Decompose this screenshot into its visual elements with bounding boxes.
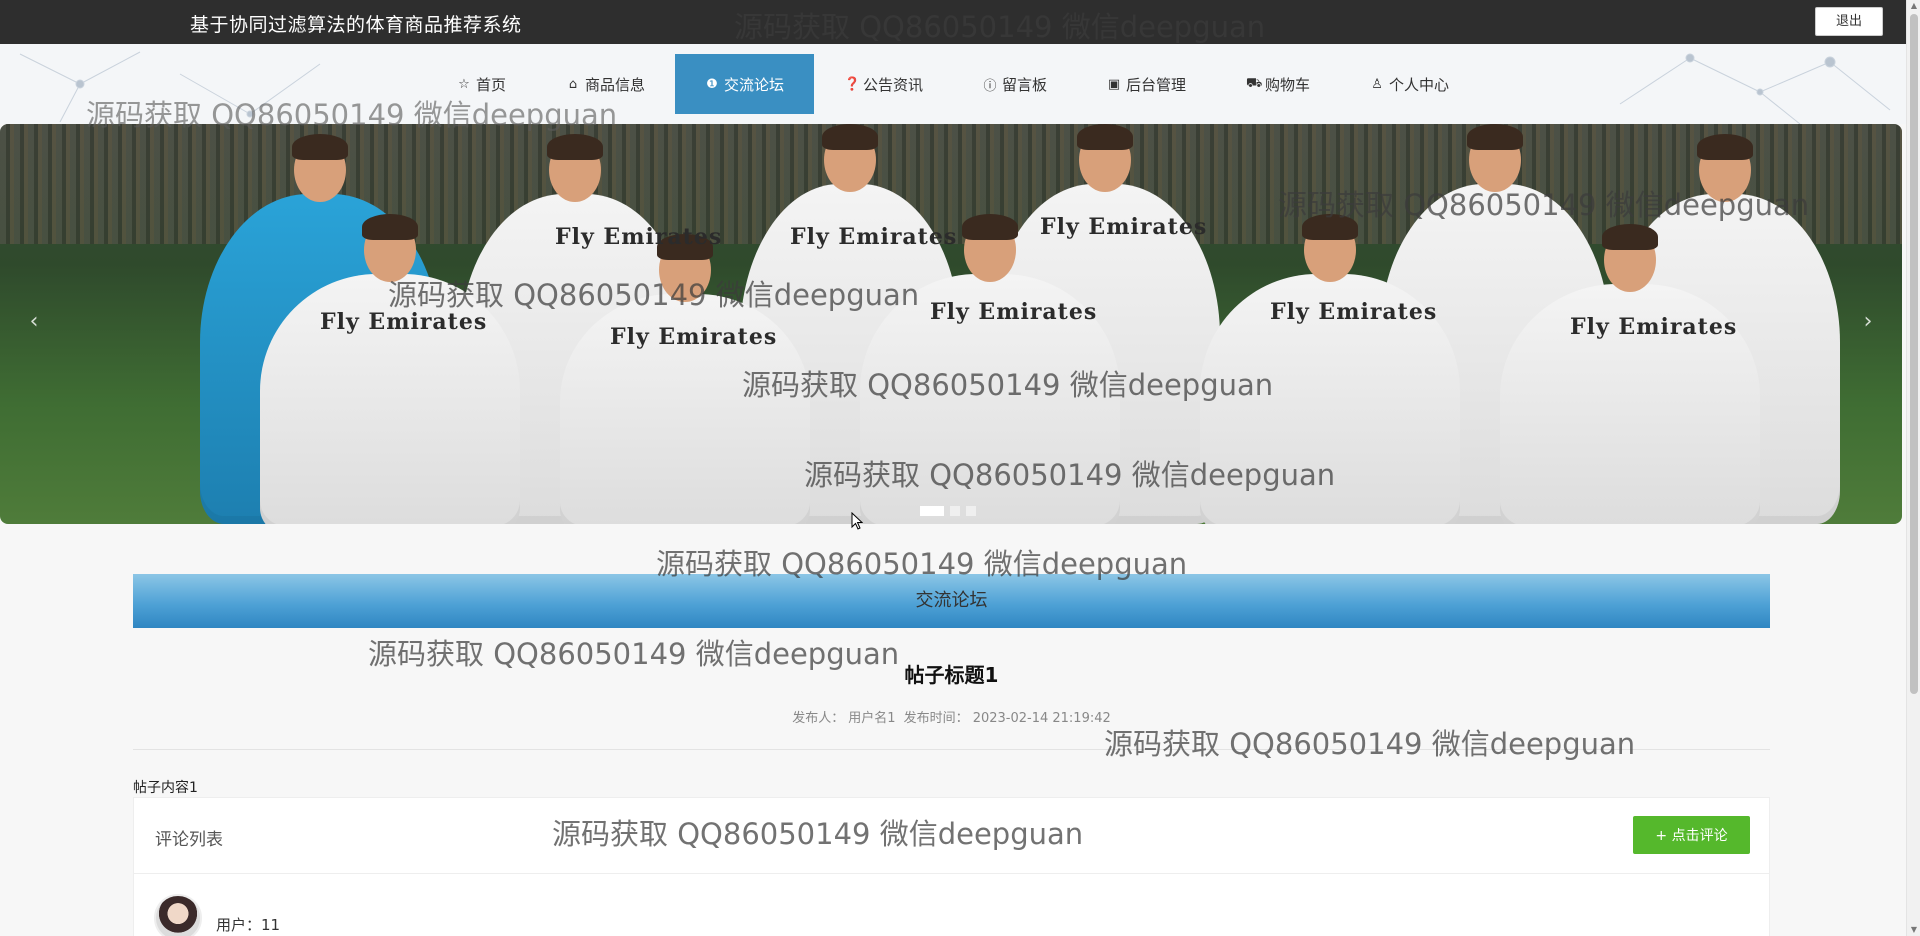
sponsor-text: Fly Emirates — [790, 224, 958, 250]
nav-item-message-board[interactable]: ⓘ 留言板 — [953, 54, 1077, 114]
watermark: 源码获取 QQ86050149 微信deepguan — [1104, 727, 1636, 761]
nav-item-label: 个人中心 — [1389, 75, 1450, 94]
scrollbar-thumb[interactable] — [1910, 14, 1918, 694]
info-circle-icon: ⓘ — [983, 78, 997, 94]
sponsor-text: Fly Emirates — [930, 299, 1098, 325]
nav-item-home[interactable]: ☆ 首页 — [427, 54, 536, 114]
avatar — [154, 894, 202, 936]
nav-item-admin[interactable]: ▣ 后台管理 — [1077, 54, 1216, 114]
comment-user-label: 用户： — [216, 915, 262, 934]
nav-item-label: 交流论坛 — [723, 75, 784, 94]
cart-icon: ⛟ — [1246, 75, 1263, 91]
nav-item-products[interactable]: ⌂ 商品信息 — [536, 54, 675, 114]
nav-item-label: 公告资讯 — [862, 75, 923, 94]
comment-item: 用户：11 — [154, 894, 280, 936]
nav-item-label: 商品信息 — [584, 75, 645, 94]
sponsor-text: Fly Emirates — [1040, 214, 1208, 240]
nav-item-announcements[interactable]: ❓ 公告资讯 — [814, 54, 953, 114]
logout-button[interactable]: 退出 — [1815, 7, 1883, 36]
post-author-label: 发布人： — [792, 711, 845, 726]
scroll-down-arrow-icon[interactable]: ▼ — [1910, 926, 1918, 934]
carousel-next-arrow[interactable]: › — [1856, 309, 1880, 334]
scroll-up-arrow-icon[interactable]: ▲ — [1910, 2, 1918, 10]
carousel-dot[interactable] — [920, 506, 944, 516]
nav-area: ☆ 首页 ⌂ 商品信息 ❶ 交流论坛 ❓ 公告资讯 ⓘ 留言板 ▣ 后台管理 ⛟… — [0, 44, 1906, 124]
briefcase-icon: ▣ — [1107, 76, 1121, 92]
post-meta: 发布人： 用户名1 发布时间： 2023-02-14 21:19:42 — [133, 707, 1770, 726]
banner-carousel: Fly Emirates Fly Emirates Fly Emirates F… — [0, 124, 1902, 524]
sponsor-text: Fly Emirates — [610, 324, 778, 350]
post-content: 帖子内容1 — [133, 780, 198, 796]
post-title: 帖子标题1 — [904, 663, 999, 687]
nav-item-forum[interactable]: ❶ 交流论坛 — [674, 54, 814, 114]
sponsor-text: Fly Emirates — [555, 224, 723, 250]
user-icon: ♙ — [1371, 76, 1383, 92]
comment-user: 用户：11 — [216, 914, 280, 935]
post-time-label: 发布时间： — [903, 711, 969, 726]
sponsor-text: Fly Emirates — [1270, 299, 1438, 325]
site-title: 基于协同过滤算法的体育商品推荐系统 — [190, 14, 522, 36]
sponsor-text: Fly Emirates — [320, 309, 488, 335]
mouse-cursor-icon — [851, 512, 863, 530]
comment-user-name: 11 — [261, 915, 281, 934]
comments-title: 评论列表 — [155, 830, 223, 850]
comments-header: 评论列表 + 点击评论 — [134, 798, 1769, 874]
star-icon: ☆ — [458, 76, 470, 92]
question-circle-icon: ❓ — [843, 76, 861, 92]
carousel-dot[interactable] — [950, 506, 960, 516]
carousel-prev-arrow[interactable]: ‹ — [22, 309, 46, 334]
carousel-dot[interactable] — [966, 506, 976, 516]
nav-item-cart[interactable]: ⛟ 购物车 — [1216, 54, 1340, 114]
nav-item-label: 后台管理 — [1126, 75, 1187, 94]
post-time: 2023-02-14 21:19:42 — [972, 711, 1111, 726]
add-comment-button[interactable]: + 点击评论 — [1633, 816, 1750, 854]
info-circle-icon: ❶ — [706, 76, 718, 92]
top-bar: 基于协同过滤算法的体育商品推荐系统 退出 — [0, 0, 1906, 44]
nav-item-label: 首页 — [475, 75, 506, 94]
bag-icon: ⌂ — [568, 76, 578, 92]
post-author: 用户名1 — [848, 711, 896, 726]
comments-card: 评论列表 + 点击评论 用户：11 — [133, 797, 1770, 936]
divider — [133, 749, 1770, 750]
page-scrollbar[interactable]: ▲ ▼ — [1906, 0, 1920, 936]
nav-item-label: 留言板 — [1002, 75, 1048, 94]
section-header: 交流论坛 — [133, 574, 1770, 628]
nav-item-profile[interactable]: ♙ 个人中心 — [1340, 54, 1479, 114]
main-nav: ☆ 首页 ⌂ 商品信息 ❶ 交流论坛 ❓ 公告资讯 ⓘ 留言板 ▣ 后台管理 ⛟… — [0, 54, 1906, 114]
nav-item-label: 购物车 — [1265, 75, 1311, 94]
sponsor-text: Fly Emirates — [1570, 314, 1738, 340]
carousel-indicators — [920, 506, 976, 516]
